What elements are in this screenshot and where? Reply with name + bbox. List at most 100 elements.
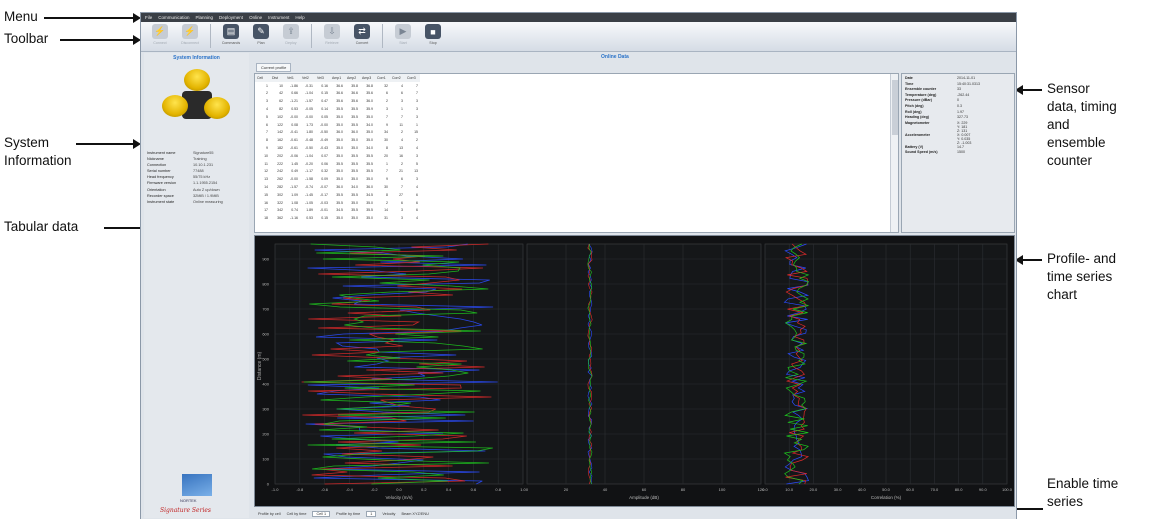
plan-button[interactable]: ✎ Plan — [248, 22, 274, 50]
profile-by-time-option[interactable]: Profile by time — [336, 512, 360, 516]
table-cell: 0.06 — [321, 161, 328, 166]
table-cell: -1.57 — [305, 99, 313, 104]
table-row[interactable]: 10 202 -0.06 -1.04 0.07 35.0 35.5 35.5 20 16 3 — [255, 152, 420, 160]
toolbar-separator — [311, 24, 312, 48]
column-header[interactable]: Corr3 — [405, 74, 420, 82]
profile-select[interactable]: 1 — [366, 510, 377, 517]
table-cell: 8 — [266, 138, 268, 143]
table-cell: 4 — [401, 138, 403, 143]
table-cell: 3 — [266, 99, 268, 104]
system-information-panel: System Information Instrument name Signat… — [144, 53, 249, 518]
velocity-option[interactable]: Velocity — [382, 512, 395, 516]
table-cell: 34.0 — [351, 185, 358, 190]
table-cell: 15 — [264, 192, 268, 197]
table-cell: -0.50 — [320, 130, 328, 135]
y-tick-label: 200 — [262, 432, 269, 437]
column-header[interactable]: Cell — [255, 74, 270, 82]
connect-button[interactable]: ⚡ Connect — [147, 22, 173, 50]
profile-table: Cell Dist Vel1 Vel2 Vel3 Amp1 Amp2 Amp3 Corr1 Cor… — [255, 74, 420, 222]
menu-item-help[interactable]: Help — [295, 15, 304, 20]
commands-button[interactable]: ▤ Commands — [218, 22, 244, 50]
table-cell: 35.0 — [336, 146, 343, 151]
table-cell: 35.5 — [351, 107, 358, 112]
retrieve-button[interactable]: ⇩ Retrieve — [319, 22, 345, 50]
table-cell: 36.6 — [336, 83, 343, 88]
menu-item-file[interactable]: File — [145, 15, 152, 20]
table-row[interactable]: 16 322 1.08 -1.05 -0.03 35.5 35.0 35.0 2 6 6 — [255, 199, 420, 207]
table-row[interactable]: 1 10 -1.86 -0.31 0.16 36.6 35.8 36.8 32 4 7 — [255, 82, 420, 90]
table-row[interactable]: 7 142 -0.41 1.80 -0.50 36.0 36.0 35.0 34 2 15 — [255, 129, 420, 137]
online-data-header: Online Data — [601, 54, 629, 60]
menu-item-planning[interactable]: Planning — [196, 15, 214, 20]
table-cell: 9 — [386, 177, 388, 182]
column-header[interactable]: Vel1 — [285, 74, 300, 82]
table-row[interactable]: 2 42 0.66 -1.04 0.15 36.6 36.6 35.6 6 6 7 — [255, 90, 420, 98]
table-cell: -0.06 — [290, 153, 298, 158]
profile-by-cell-option[interactable]: Profile by cell — [258, 512, 281, 516]
table-cell: -1.05 — [305, 200, 313, 205]
system-information-header: System Information — [173, 55, 220, 61]
table-cell: -0.43 — [320, 146, 328, 151]
y-tick-label: 300 — [262, 407, 269, 412]
table-cell: 35.0 — [336, 138, 343, 143]
table-row[interactable]: 15 302 1.09 -1.45 -0.17 35.5 35.5 34.5 8 27 6 — [255, 191, 420, 199]
x-tick-label: 20.0 — [810, 487, 819, 492]
y-tick-label: 500 — [262, 357, 269, 362]
table-row[interactable]: 5 102 -0.00 -0.00 0.05 35.0 35.5 35.0 7 7 3 — [255, 113, 420, 121]
table-cell: 102 — [277, 114, 283, 119]
table-row[interactable]: 18 362 -1.16 0.53 0.15 35.0 35.0 35.0 31 3 4 — [255, 214, 420, 222]
column-header[interactable]: Vel3 — [315, 74, 330, 82]
menu-item-communication[interactable]: Communication — [158, 15, 189, 20]
stop-button[interactable]: ■ Stop — [420, 22, 446, 50]
table-scrollbar[interactable] — [890, 74, 898, 232]
convert-button[interactable]: ⇄ Convert — [349, 22, 375, 50]
column-header[interactable]: Dist — [270, 74, 285, 82]
table-row[interactable]: 11 222 1.45 -0.20 0.06 35.5 35.5 35.5 1 2 5 — [255, 160, 420, 168]
table-cell: 35.5 — [336, 161, 343, 166]
tab-current-profile[interactable]: Current profile — [256, 63, 292, 72]
column-header[interactable]: Amp2 — [345, 74, 360, 82]
table-cell: 6 — [266, 122, 268, 127]
column-header[interactable]: Amp1 — [330, 74, 345, 82]
table-cell: 6 — [401, 91, 403, 96]
table-cell: 3 — [416, 99, 418, 104]
toolbar-label: Deploy — [285, 41, 297, 45]
toolbar-separator — [382, 24, 383, 48]
table-row[interactable]: 3 62 -1.21 -1.57 0.47 35.6 35.6 36.0 2 3 3 — [255, 97, 420, 105]
table-row[interactable]: 4 82 0.53 -0.05 0.14 35.5 35.5 35.9 3 1 3 — [255, 105, 420, 113]
table-cell: 35.0 — [366, 114, 373, 119]
table-cell: 182 — [277, 146, 283, 151]
table-row[interactable]: 14 282 -1.57 -0.74 -0.07 36.0 34.0 36.0 30 7 4 — [255, 183, 420, 191]
table-cell: 17 — [264, 208, 268, 213]
table-row[interactable]: 12 242 0.49 -1.17 0.32 35.0 35.5 35.5 7 21 13 — [255, 168, 420, 176]
table-row[interactable]: 6 122 0.08 1.73 -0.00 35.0 35.5 34.0 9 11 1 — [255, 121, 420, 129]
table-cell: 36.0 — [366, 185, 373, 190]
table-cell: 1.89 — [306, 208, 313, 213]
column-header[interactable]: Vel2 — [300, 74, 315, 82]
deploy-button[interactable]: ⇪ Deploy — [278, 22, 304, 50]
table-cell: -0.05 — [305, 107, 313, 112]
table-cell: 35.0 — [336, 122, 343, 127]
menu-item-deployment[interactable]: Deployment — [219, 15, 243, 20]
beam-option[interactable]: Beam XYZ/ENU — [401, 512, 428, 516]
cell-by-time-option[interactable]: Cell by time — [287, 512, 307, 516]
table-row[interactable]: 8 162 -0.61 -0.48 -0.49 35.0 35.0 35.0 30 4 2 — [255, 136, 420, 144]
table-cell: 5 — [266, 114, 268, 119]
table-row[interactable]: 9 182 -0.61 -0.50 -0.43 35.0 35.0 34.0 8 13 4 — [255, 144, 420, 152]
table-cell: 35.0 — [336, 177, 343, 182]
table-cell: 3 — [416, 114, 418, 119]
menu-item-instrument[interactable]: Instrument — [268, 15, 289, 20]
column-header[interactable]: Corr1 — [375, 74, 390, 82]
table-row[interactable]: 13 262 -0.00 -1.58 0.09 35.0 35.0 35.0 9 6 3 — [255, 175, 420, 183]
table-cell: 3 — [401, 99, 403, 104]
start-button[interactable]: ▶ Start — [390, 22, 416, 50]
arrow-profile-chart — [1015, 255, 1042, 265]
table-row[interactable]: 17 342 0.74 1.89 -0.01 34.5 35.5 35.5 14 3 6 — [255, 207, 420, 215]
menu-item-online[interactable]: Online — [249, 15, 262, 20]
table-cell: 3 — [416, 153, 418, 158]
disconnect-button[interactable]: ⚡ Disconnect — [177, 22, 203, 50]
cell-select[interactable]: Cell 1 — [312, 510, 331, 517]
column-header[interactable]: Amp3 — [360, 74, 375, 82]
table-cell: 35.0 — [336, 153, 343, 158]
column-header[interactable]: Corr2 — [390, 74, 405, 82]
